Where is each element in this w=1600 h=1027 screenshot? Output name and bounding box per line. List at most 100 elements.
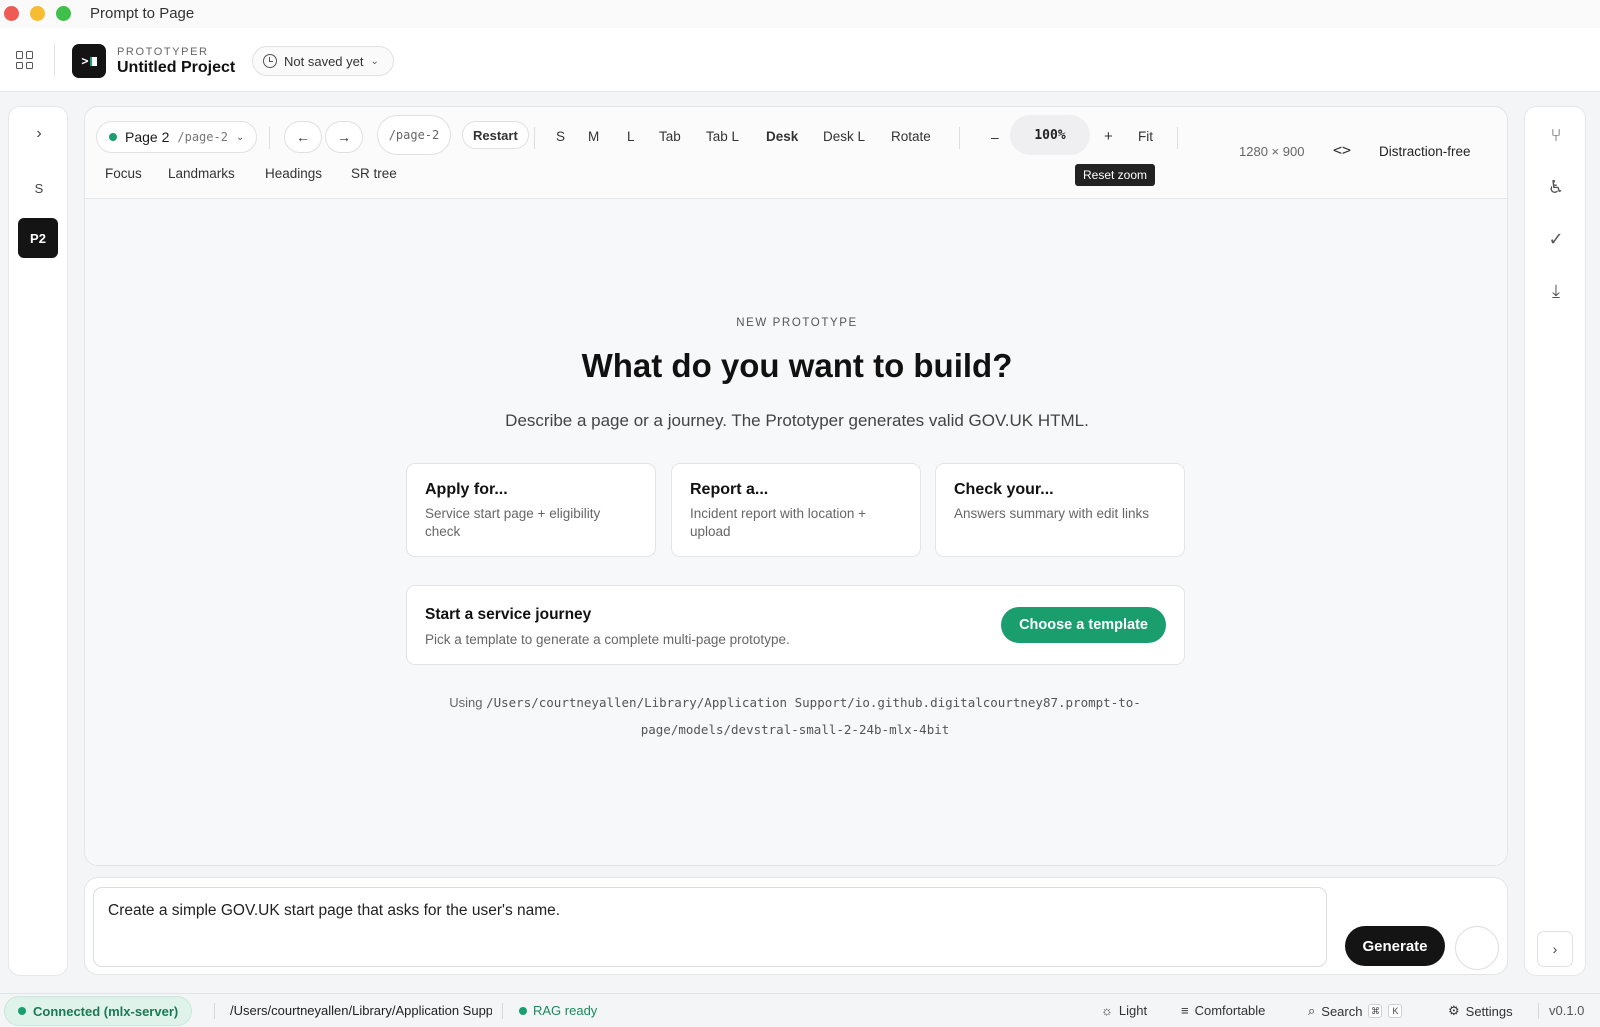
connection-dot [18, 1007, 26, 1015]
history-icon [263, 54, 277, 68]
journey-description: Pick a template to generate a complete m… [425, 632, 790, 647]
choose-template-button[interactable]: Choose a template [1001, 607, 1166, 643]
status-divider [1538, 1003, 1539, 1019]
toolbar-divider [269, 127, 270, 149]
connection-label: Connected (mlx-server) [33, 1003, 179, 1019]
viewport-tab-button[interactable]: Tab [659, 129, 681, 144]
save-status-label: Not saved yet [284, 53, 364, 69]
suggestion-card-report[interactable]: Report a... Incident report with locatio… [671, 463, 921, 557]
density-label: Comfortable [1194, 1003, 1266, 1018]
left-rail: › S P2 [8, 106, 68, 976]
zoom-in-button[interactable]: + [1104, 128, 1113, 145]
header-divider [54, 44, 55, 76]
check-circle-icon[interactable]: ✓ [1525, 229, 1587, 250]
download-icon[interactable]: ⤓ [1525, 281, 1587, 302]
branch-icon[interactable]: ⑂ [1525, 125, 1587, 146]
forward-button[interactable]: → [325, 121, 363, 153]
model-path-line-2: page/models/devstral-small-2-24b-mlx-4bi… [640, 722, 950, 737]
status-divider [214, 1003, 215, 1019]
apps-grid-icon[interactable] [16, 51, 34, 69]
close-window-button[interactable] [4, 6, 19, 21]
generate-button[interactable]: Generate [1345, 926, 1445, 966]
headings-overlay-button[interactable]: Headings [265, 166, 322, 181]
rag-status: RAG ready [519, 1003, 597, 1018]
journey-title: Start a service journey [425, 606, 592, 623]
card-title: Check your... [954, 481, 1054, 498]
distraction-free-button[interactable]: Distraction-free [1379, 144, 1471, 159]
status-divider [502, 1003, 503, 1019]
zoom-fit-button[interactable]: Fit [1138, 129, 1153, 144]
prompt-composer: Create a simple GOV.UK start page that a… [84, 877, 1508, 975]
service-journey-panel: Start a service journey Pick a template … [406, 585, 1185, 665]
connection-status-badge[interactable]: Connected (mlx-server) [4, 996, 193, 1026]
chevron-down-icon: ⌄ [235, 131, 245, 143]
prompt-input[interactable]: Create a simple GOV.UK start page that a… [93, 887, 1327, 967]
rotate-button[interactable]: Rotate [891, 129, 931, 144]
eyebrow-label: NEW PROTOTYPE [736, 317, 858, 329]
search-button[interactable]: ⌕ Search ⌘ K [1308, 1003, 1403, 1019]
viewport-m-button[interactable]: M [588, 129, 599, 144]
using-label: Using [449, 695, 483, 710]
toolbar-divider [959, 127, 960, 149]
status-bar: Connected (mlx-server) /Users/courtneyal… [0, 993, 1600, 1027]
card-title: Report a... [690, 481, 769, 498]
prototyper-logo: > [72, 44, 106, 78]
viewport-dimensions: 1280 × 900 [1239, 144, 1305, 159]
chevron-right-icon: › [1552, 941, 1558, 957]
window-titlebar: Prompt to Page [0, 0, 1600, 28]
save-status-button[interactable]: Not saved yet ⌄ [252, 46, 394, 76]
viewport-desk-l-button[interactable]: Desk L [823, 129, 865, 144]
viewport-desk-button[interactable]: Desk [766, 129, 799, 144]
rail-item-s[interactable]: S [9, 181, 69, 196]
theme-label: Light [1118, 1003, 1148, 1018]
page-status-dot [109, 133, 117, 141]
zoom-out-button[interactable]: – [991, 129, 999, 145]
gear-icon: ⚙ [1448, 1003, 1460, 1018]
focus-overlay-button[interactable]: Focus [105, 166, 142, 181]
menu-lines-icon: ≡ [1181, 1003, 1189, 1018]
brand-label: PROTOTYPER [117, 46, 209, 58]
zoom-level-button[interactable]: 100% [1010, 115, 1090, 155]
toolbar-divider [1177, 127, 1178, 149]
viewport-tab-l-button[interactable]: Tab L [706, 129, 739, 144]
theme-toggle[interactable]: ☼ Light [1101, 1003, 1147, 1018]
page-selector-slug: /page-2 [177, 130, 228, 144]
chevron-down-icon: ⌄ [370, 55, 379, 67]
restart-button[interactable]: Restart [462, 121, 529, 149]
preview-path-field[interactable]: /page-2 [377, 115, 451, 155]
density-toggle[interactable]: ≡ Comfortable [1181, 1003, 1265, 1018]
project-path: /Users/courtneyallen/Library/Application… [230, 1003, 492, 1018]
window-title: Prompt to Page [90, 5, 195, 22]
app-header: > PROTOTYPER Untitled Project Not saved … [0, 28, 1600, 92]
code-view-icon[interactable]: <> [1333, 141, 1351, 159]
search-icon: ⌕ [1308, 1003, 1316, 1018]
app-version: v0.1.0 [1549, 1003, 1585, 1018]
landmarks-overlay-button[interactable]: Landmarks [168, 166, 235, 181]
search-label: Search [1321, 1003, 1363, 1019]
expand-sidebar-icon[interactable]: › [9, 125, 69, 143]
project-name[interactable]: Untitled Project [117, 59, 235, 77]
suggestion-card-apply[interactable]: Apply for... Service start page + eligib… [406, 463, 656, 557]
minimize-window-button[interactable] [30, 6, 45, 21]
rail-item-p2[interactable]: P2 [18, 218, 58, 258]
suggestion-card-check[interactable]: Check your... Answers summary with edit … [935, 463, 1185, 557]
toolbar-divider [534, 127, 535, 149]
card-description: Incident report with location + upload [690, 506, 866, 539]
viewport-l-button[interactable]: L [627, 129, 635, 144]
card-description: Answers summary with edit links [954, 506, 1150, 521]
shortcut-k-key: K [1388, 1004, 1403, 1018]
preview-canvas: NEW PROTOTYPE What do you want to build?… [85, 199, 1507, 865]
page-selector[interactable]: Page 2 /page-2 ⌄ [96, 121, 258, 153]
card-title: Apply for... [425, 481, 508, 498]
preview-toolbar: Page 2 /page-2 ⌄ ← → /page-2 Restart S M… [85, 107, 1507, 199]
viewport-s-button[interactable]: S [556, 129, 565, 144]
expand-right-panel-button[interactable]: › [1537, 931, 1573, 967]
sr-tree-button[interactable]: SR tree [351, 166, 397, 181]
settings-button[interactable]: ⚙ Settings [1448, 1003, 1513, 1019]
zoom-window-button[interactable] [56, 6, 71, 21]
model-path-line-1: /Users/courtneyallen/Library/Application… [486, 695, 1141, 710]
page-selector-label: Page 2 [125, 129, 170, 145]
accessibility-icon[interactable]: ♿ [1525, 177, 1587, 198]
secondary-action-button[interactable] [1455, 926, 1499, 970]
back-button[interactable]: ← [284, 121, 322, 153]
